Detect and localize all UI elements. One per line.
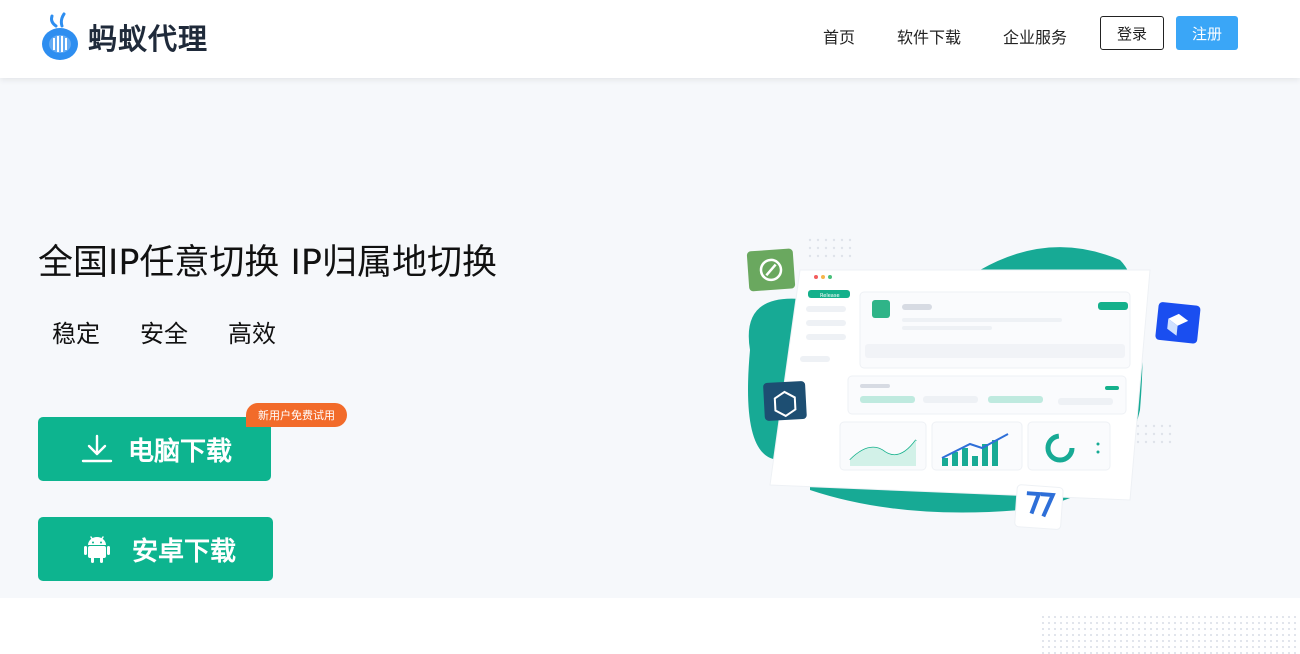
ant-logo-icon — [40, 12, 80, 62]
brand-logo[interactable]: 蚂蚁代理 — [40, 12, 208, 62]
feature-list: 稳定 安全 高效 — [52, 314, 316, 349]
feature-stable: 稳定 — [52, 320, 100, 348]
register-button[interactable]: 注册 — [1176, 16, 1238, 50]
pc-download-button[interactable]: 电脑下载 — [38, 417, 271, 481]
hero-headline: 全国IP任意切换 IP归属地切换 — [38, 243, 497, 283]
feature-efficient: 高效 — [228, 320, 276, 348]
nav-software-download[interactable]: 软件下载 — [897, 24, 961, 48]
top-header: 蚂蚁代理 首页 软件下载 企业服务 登录 注册 — [0, 0, 1300, 78]
nav-home[interactable]: 首页 — [823, 24, 855, 48]
brand-name: 蚂蚁代理 — [88, 22, 209, 56]
free-trial-badge: 新用户免费试用 — [246, 403, 347, 427]
nav-enterprise-service[interactable]: 企业服务 — [1003, 24, 1067, 48]
android-download-button[interactable]: 安卓下载 — [38, 517, 273, 581]
android-icon — [80, 532, 114, 566]
dashboard-illustration: Release — [746, 238, 1201, 530]
pc-download-label: 电脑下载 — [128, 436, 233, 467]
feature-safe: 安全 — [140, 320, 188, 348]
hero-illustration: Release — [720, 230, 1220, 550]
release-pill-label: Release — [820, 293, 840, 299]
android-download-label: 安卓下载 — [132, 536, 237, 567]
download-icon — [80, 432, 114, 466]
login-button[interactable]: 登录 — [1100, 16, 1164, 50]
decorative-dot-pattern — [1040, 614, 1300, 654]
